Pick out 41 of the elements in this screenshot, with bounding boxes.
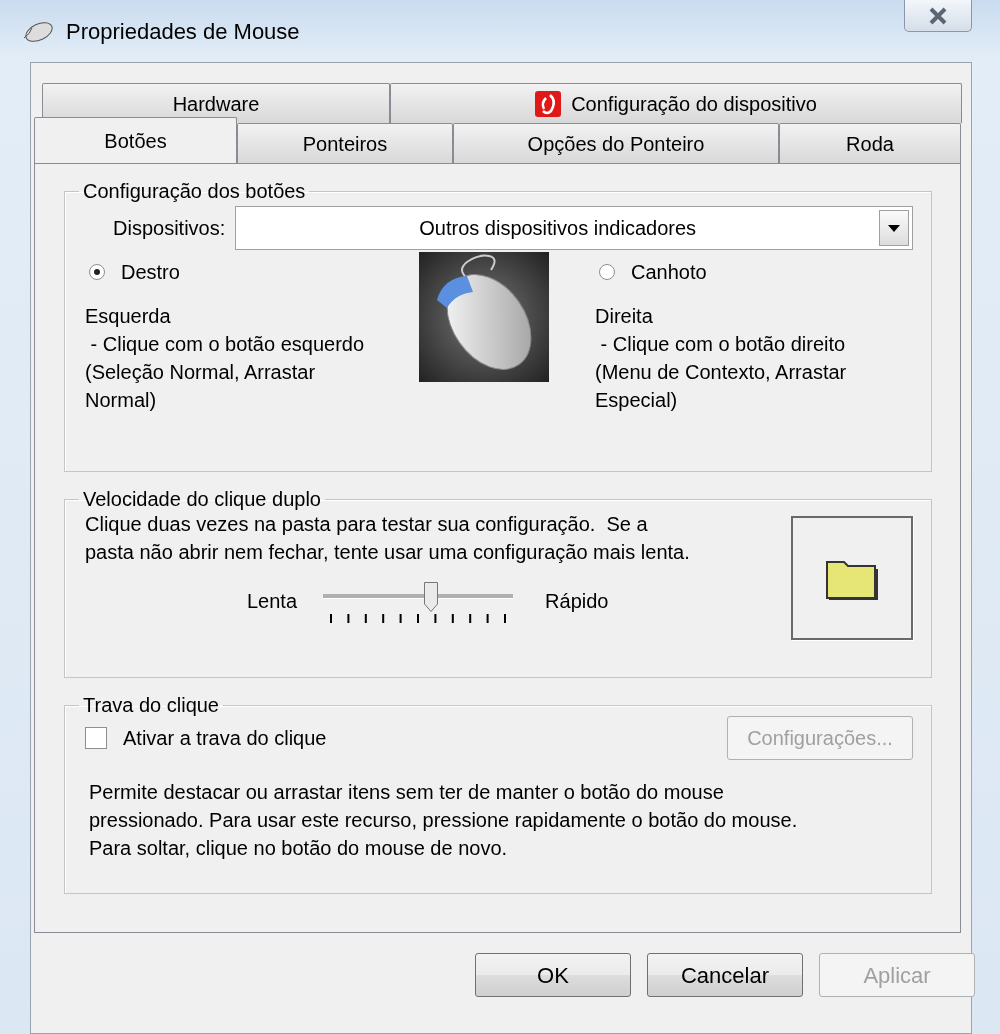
description-text: pressionado. Para usar este recurso, pressione rapidamente o botão do mouse. bbox=[89, 808, 798, 833]
tab[interactable]: Botões bbox=[34, 117, 237, 163]
description-text: (Seleção Normal, Arrastar bbox=[85, 360, 317, 385]
slider-thumb[interactable] bbox=[424, 582, 439, 612]
slider-label: Rápido bbox=[545, 588, 609, 614]
description-text: (Menu de Contexto, Arrastar bbox=[595, 360, 848, 385]
instruction-text: Clique duas vezes na pasta para testar sua configuração. Se a bbox=[85, 512, 648, 537]
group-title: Trava do clique bbox=[82, 694, 220, 716]
description-text: - Clique com o botão direito bbox=[599, 332, 847, 357]
dialog-button[interactable]: OK bbox=[475, 953, 631, 997]
tab[interactable]: Hardware bbox=[42, 83, 390, 123]
slider-label: Lenta bbox=[247, 588, 298, 614]
device-icon bbox=[535, 90, 562, 117]
tab[interactable]: Roda bbox=[779, 123, 961, 163]
radio-label[interactable]: Canhoto bbox=[631, 258, 707, 286]
checkbox[interactable] bbox=[85, 727, 107, 749]
radio-label[interactable]: Destro bbox=[121, 258, 180, 286]
group-title: Configuração dos botões bbox=[82, 180, 307, 202]
description-text: Permite destacar ou arrastar itens sem ter de manter o botão do mouse bbox=[89, 780, 724, 805]
description-text: Direita bbox=[595, 304, 654, 329]
instruction-text: pasta não abrir nem fechar, tente usar uma configuração mais lenta. bbox=[85, 540, 690, 565]
group-title: Velocidade do clique duplo bbox=[82, 488, 322, 510]
tab[interactable]: Opções do Ponteiro bbox=[453, 123, 779, 163]
dialog-button[interactable]: Cancelar bbox=[647, 953, 803, 997]
radio-button[interactable] bbox=[89, 264, 105, 280]
description-text: - Clique com o botão esquerdo bbox=[89, 332, 366, 357]
dropdown-label: Dispositivos: bbox=[113, 216, 226, 241]
checkbox-label[interactable]: Ativar a trava do clique bbox=[123, 723, 327, 753]
close-button[interactable] bbox=[904, 0, 972, 32]
tab[interactable]: Ponteiros bbox=[237, 123, 453, 163]
test-folder-box[interactable] bbox=[791, 516, 913, 640]
description-text: Especial) bbox=[595, 388, 679, 413]
radio-button[interactable] bbox=[599, 264, 615, 280]
caret-icon bbox=[888, 224, 900, 232]
window-title: Propriedades de Mouse bbox=[66, 17, 300, 46]
tab[interactable]: Configuração do dispositivo bbox=[390, 83, 962, 123]
slider[interactable] bbox=[323, 582, 514, 612]
description-text: Para soltar, clique no botão do mouse de novo. bbox=[89, 836, 508, 861]
devices-dropdown[interactable]: Outros dispositivos indicadores bbox=[235, 206, 913, 250]
description-text: Esquerda bbox=[85, 304, 172, 329]
description-text: Normal) bbox=[85, 388, 158, 413]
